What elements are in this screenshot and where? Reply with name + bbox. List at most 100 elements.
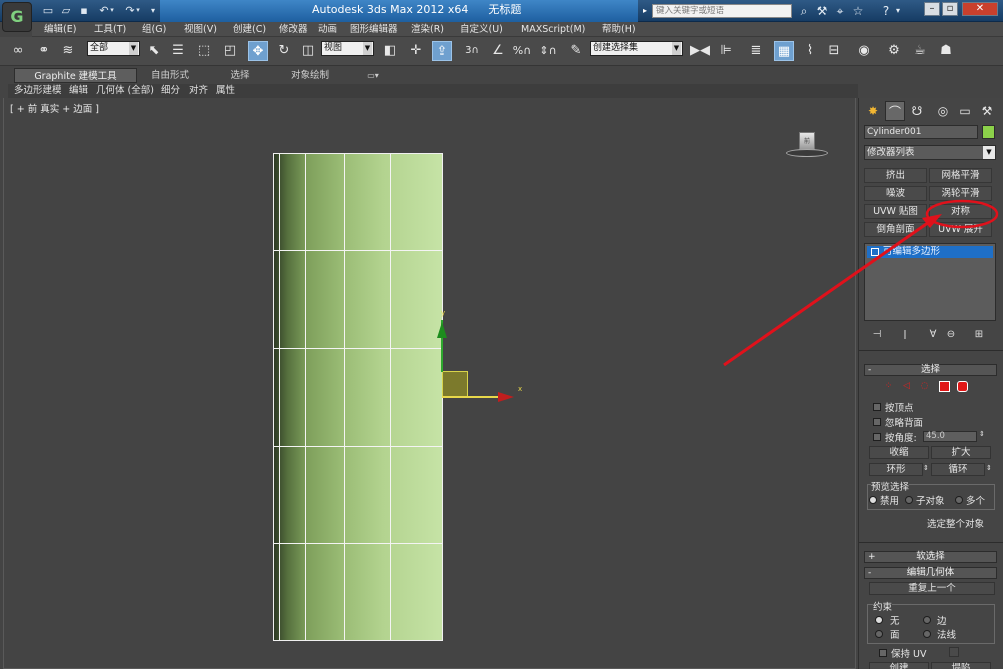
menu-create[interactable]: 创建(C) (233, 22, 266, 37)
constraint-none-radio[interactable] (875, 616, 883, 624)
remove-modifier-icon[interactable]: ⊖ (943, 328, 959, 342)
menu-edit[interactable]: 编辑(E) (44, 22, 76, 37)
object-color-swatch[interactable] (982, 125, 995, 139)
material-editor-icon[interactable]: ◉ (854, 41, 874, 61)
pin-stack-icon[interactable]: ⊣ (869, 328, 885, 342)
render-setup-icon[interactable]: ⚙ (884, 41, 904, 61)
modifier-list-dropdown[interactable]: 修改器列表 ▼ (864, 145, 996, 160)
preserve-uv-checkbox[interactable] (879, 649, 887, 657)
app-logo-icon[interactable]: G (2, 2, 32, 32)
soft-selection-rollout-header[interactable]: + 软选择 (864, 551, 997, 563)
window-crossing-icon[interactable]: ◰ (220, 41, 240, 61)
layer-manager-icon[interactable]: ≣ (746, 41, 766, 61)
search-input[interactable]: 键入关键字或短语 (652, 4, 792, 18)
select-rotate-icon[interactable]: ↻ (274, 41, 294, 61)
angle-spinner-field[interactable]: 45.0 (923, 431, 977, 442)
tab-object-paint[interactable]: 对象绘制 (280, 68, 340, 83)
snaps-toggle-icon[interactable]: 3∩ (462, 41, 482, 61)
edge-mode-icon[interactable]: ◁ (901, 381, 912, 392)
element-mode-icon[interactable] (957, 381, 968, 392)
quick-access-menu-icon[interactable]: ▾ (148, 3, 158, 18)
bind-space-warp-icon[interactable]: ≋ (58, 41, 78, 61)
select-object-icon[interactable]: ⬉ (144, 41, 164, 61)
edit-named-selection-icon[interactable]: ✎ (566, 41, 586, 61)
object-name-field[interactable]: Cylinder001 (864, 125, 978, 139)
menu-graph-editors[interactable]: 图形编辑器 (350, 22, 398, 37)
unwrap-uvw-button[interactable]: UVW 展开 (929, 222, 992, 237)
motion-panel-icon[interactable]: ◎ (933, 101, 953, 121)
move-gizmo-plane-handle[interactable] (442, 371, 468, 397)
select-scale-icon[interactable]: ◫ (298, 41, 318, 61)
configure-modifier-sets-icon[interactable]: ⊞ (971, 328, 987, 342)
pivot-center-icon[interactable]: ◧ (380, 41, 400, 61)
display-panel-icon[interactable]: ▭ (955, 101, 975, 121)
create-button[interactable]: 创建 (869, 662, 929, 669)
spinner-arrows-icon[interactable]: ⇕ (979, 430, 985, 438)
redo-dropdown-icon[interactable]: ▾ (134, 3, 142, 18)
edit-geometry-rollout-header[interactable]: - 编辑几何体 (864, 567, 997, 579)
y-axis-arrow-icon[interactable] (437, 322, 447, 338)
viewcube-compass-ring[interactable] (786, 149, 828, 157)
loop-spinner-icon[interactable]: ⇕ (986, 464, 992, 472)
cylinder-mesh[interactable] (273, 153, 443, 641)
search-icon[interactable]: ⌖ (832, 3, 848, 19)
keyboard-shortcut-override-icon[interactable]: ⇪ (432, 41, 452, 61)
preserve-uv-settings-button[interactable] (949, 647, 959, 657)
close-button[interactable]: ✕ (962, 2, 998, 16)
constraint-normal-radio[interactable] (923, 630, 931, 638)
utilities-panel-icon[interactable]: ⚒ (977, 101, 997, 121)
grow-button[interactable]: 扩大 (931, 446, 991, 459)
help-icon[interactable]: ? (878, 3, 894, 19)
tools-icon[interactable]: ⚒ (814, 3, 830, 19)
constraint-face-radio[interactable] (875, 630, 883, 638)
ring-spinner-icon[interactable]: ⇕ (923, 464, 929, 472)
selection-filter-dropdown[interactable]: 全部 ▼ (87, 41, 140, 56)
create-panel-icon[interactable]: ✸ (863, 101, 883, 121)
curve-editor-icon[interactable]: ⌇ (800, 41, 820, 61)
new-file-icon[interactable]: ▭ (40, 3, 56, 18)
vertex-mode-icon[interactable]: ⁘ (883, 381, 894, 392)
menu-help[interactable]: 帮助(H) (602, 22, 636, 37)
rendered-frame-window-icon[interactable]: ☕ (910, 41, 930, 61)
panel-edit[interactable]: 编辑 (69, 84, 88, 98)
undo-dropdown-icon[interactable]: ▾ (108, 3, 116, 18)
star-icon[interactable]: ☆ (850, 3, 866, 19)
noise-button[interactable]: 噪波 (864, 186, 927, 201)
percent-snap-icon[interactable]: %∩ (512, 41, 532, 61)
expand-icon[interactable] (871, 248, 879, 256)
x-axis-arrow-icon[interactable] (498, 392, 514, 402)
shrink-button[interactable]: 收缩 (869, 446, 929, 459)
select-move-icon[interactable]: ✥ (248, 41, 268, 61)
modifier-stack[interactable]: 可编辑多边形 (864, 243, 996, 321)
collapse-button[interactable]: 塌陷 (931, 662, 991, 669)
tab-graphite-modeling[interactable]: Graphite 建模工具 (14, 68, 137, 83)
menu-maxscript[interactable]: MAXScript(M) (521, 22, 585, 37)
by-vertex-checkbox[interactable] (873, 403, 881, 411)
ribbon-options-icon[interactable]: ▭▾ (362, 68, 384, 83)
tab-freeform[interactable]: 自由形式 (140, 68, 200, 83)
link-icon[interactable]: ∞ (8, 41, 28, 61)
menu-customize[interactable]: 自定义(U) (460, 22, 503, 37)
selection-rollout-header[interactable]: - 选择 (864, 364, 997, 376)
minimize-button[interactable]: – (924, 2, 940, 16)
constraint-edge-radio[interactable] (923, 616, 931, 624)
preview-disabled-radio[interactable] (869, 496, 877, 504)
by-angle-checkbox[interactable] (873, 433, 881, 441)
menu-rendering[interactable]: 渲染(R) (411, 22, 444, 37)
viewcube[interactable]: 前 (784, 132, 828, 162)
panel-align[interactable]: 对齐 (189, 84, 208, 98)
rectangle-selection-icon[interactable]: ⬚ (194, 41, 214, 61)
preview-subobject-radio[interactable] (905, 496, 913, 504)
hierarchy-panel-icon[interactable]: ☋ (907, 101, 927, 121)
mirror-icon[interactable]: ▶◀ (690, 41, 710, 61)
make-unique-icon[interactable]: ∀ (925, 328, 941, 342)
ring-button[interactable]: 环形 (869, 463, 923, 476)
align-icon[interactable]: ⊫ (716, 41, 736, 61)
loop-button[interactable]: 循环 (931, 463, 985, 476)
save-file-icon[interactable]: ▪ (76, 3, 92, 18)
menu-views[interactable]: 视图(V) (184, 22, 217, 37)
help-dropdown-icon[interactable]: ▾ (894, 3, 902, 19)
menu-modifiers[interactable]: 修改器 (279, 22, 308, 37)
spinner-snap-icon[interactable]: ⇕∩ (538, 41, 558, 61)
tab-selection[interactable]: 选择 (220, 68, 260, 83)
